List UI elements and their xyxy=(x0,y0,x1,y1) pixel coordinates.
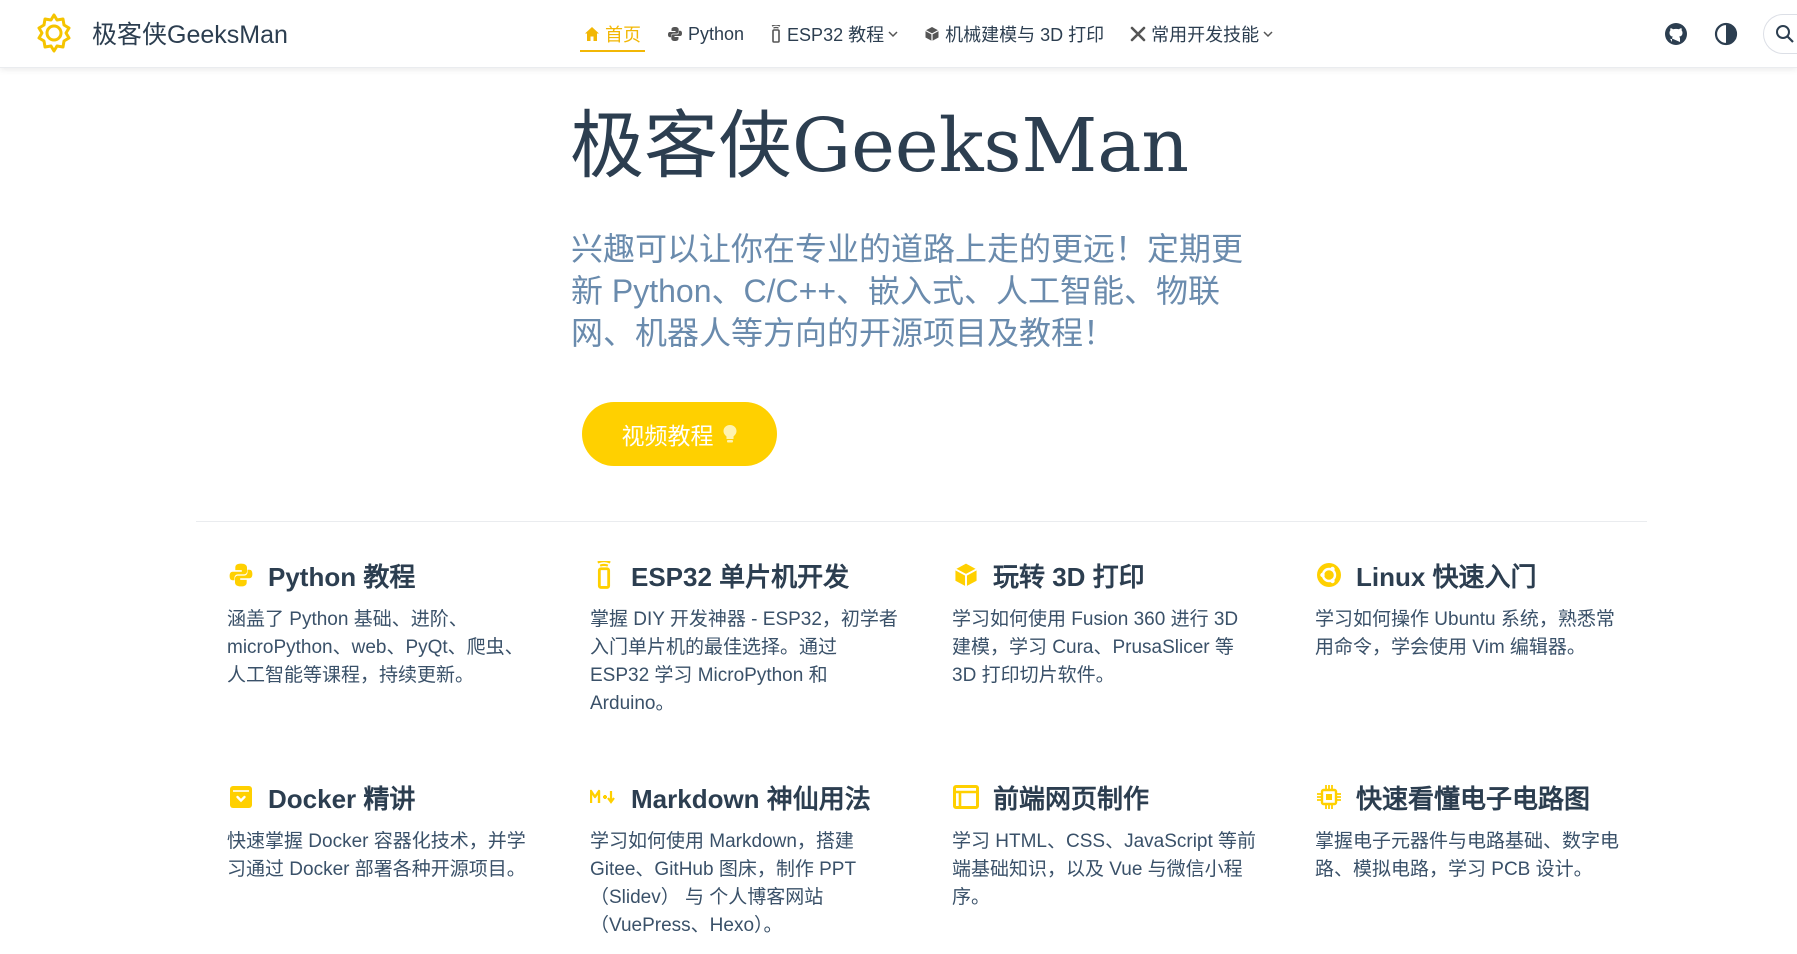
python-icon xyxy=(667,26,683,42)
divider xyxy=(196,521,1647,522)
nav-label: 机械建模与 3D 打印 xyxy=(945,25,1105,45)
nav-label: 常用开发技能 xyxy=(1151,25,1260,45)
microcontroller-icon xyxy=(770,25,782,43)
chip-icon xyxy=(1315,783,1343,811)
feature-desc: 学习如何使用 Markdown，搭建 Gitee、GitHub 图床，制作 PP… xyxy=(590,831,857,936)
feature-python: Python 教程 涵盖了 Python 基础、进阶、microPython、w… xyxy=(227,552,537,690)
site-name: 极客侠GeeksMan xyxy=(92,21,288,49)
ubuntu-icon xyxy=(1315,561,1343,589)
nav-tools xyxy=(1663,0,1797,68)
feature-title: 前端网页制作 xyxy=(993,783,1150,814)
nav-item-dev-skills[interactable]: 常用开发技能 xyxy=(1130,0,1273,68)
search-icon xyxy=(1775,24,1797,44)
feature-desc: 快速掌握 Docker 容器化技术，并学习通过 Docker 部署各种开源项目。 xyxy=(227,831,526,880)
feature-markdown: Markdown 神仙用法 学习如何使用 Markdown，搭建 Gitee、G… xyxy=(590,774,900,940)
button-label: 视频教程 xyxy=(621,423,714,449)
feature-frontend: 前端网页制作 学习 HTML、CSS、JavaScript 等前端基础知识，以及… xyxy=(952,774,1262,912)
chevron-down-icon xyxy=(888,29,898,39)
feature-title: 玩转 3D 打印 xyxy=(993,561,1145,592)
gear-icon xyxy=(37,13,71,53)
feature-desc: 涵盖了 Python 基础、进阶、microPython、web、PyQt、爬虫… xyxy=(227,609,524,686)
feature-3d-printing: 玩转 3D 打印 学习如何使用 Fusion 360 进行 3D 建模，学习 C… xyxy=(952,552,1262,690)
feature-title: Markdown 神仙用法 xyxy=(631,783,871,814)
feature-title: ESP32 单片机开发 xyxy=(631,561,850,592)
hero-title: 极客侠GeeksMan xyxy=(570,103,1190,189)
microcontroller-icon xyxy=(590,561,618,589)
python-icon xyxy=(227,561,255,589)
feature-desc: 掌握电子元器件与电路基础、数字电路、模拟电路，学习 PCB 设计。 xyxy=(1315,831,1620,880)
navbar: 极客侠GeeksMan 首页 Python ESP32 教程 机械建模与 3D … xyxy=(0,0,1797,68)
lightbulb-icon xyxy=(722,424,738,444)
browser-window-icon xyxy=(952,783,980,811)
home-icon xyxy=(584,26,600,42)
feature-desc: 学习如何使用 Fusion 360 进行 3D 建模，学习 Cura、Prusa… xyxy=(952,609,1239,686)
feature-desc: 掌握 DIY 开发神器 - ESP32，初学者入门单片机的最佳选择。通过 ESP… xyxy=(590,609,898,714)
nav-item-home[interactable]: 首页 xyxy=(580,0,645,68)
tools-icon xyxy=(1130,26,1146,42)
feature-title: Linux 快速入门 xyxy=(1356,561,1537,592)
cube-icon xyxy=(924,26,940,42)
cube-icon xyxy=(952,561,980,589)
video-tutorial-button[interactable]: 视频教程 xyxy=(582,402,777,466)
feature-desc: 学习如何操作 Ubuntu 系统，熟悉常用命令，学会使用 Vim 编辑器。 xyxy=(1315,609,1615,658)
feature-circuits: 快速看懂电子电路图 掌握电子元器件与电路基础、数字电路、模拟电路，学习 PCB … xyxy=(1315,774,1625,884)
search-box[interactable] xyxy=(1763,14,1797,54)
markdown-icon xyxy=(590,783,618,811)
feature-desc: 学习 HTML、CSS、JavaScript 等前端基础知识，以及 Vue 与微… xyxy=(952,831,1257,908)
feature-title: 快速看懂电子电路图 xyxy=(1356,783,1591,814)
feature-title: Docker 精讲 xyxy=(268,783,416,814)
nav-item-esp32[interactable]: ESP32 教程 xyxy=(770,0,898,68)
theme-toggle-icon[interactable] xyxy=(1713,21,1739,47)
feature-title: Python 教程 xyxy=(268,561,416,592)
nav-item-python[interactable]: Python xyxy=(667,0,744,68)
nav-label: Python xyxy=(688,23,745,44)
main-nav: 首页 Python ESP32 教程 机械建模与 3D 打印 常用开发技能 xyxy=(580,0,1299,68)
github-icon[interactable] xyxy=(1663,21,1689,47)
feature-linux: Linux 快速入门 学习如何操作 Ubuntu 系统，熟悉常用命令，学会使用 … xyxy=(1315,552,1625,662)
docker-icon xyxy=(227,783,255,811)
feature-esp32: ESP32 单片机开发 掌握 DIY 开发神器 - ESP32，初学者入门单片机… xyxy=(590,552,900,718)
nav-label: ESP32 教程 xyxy=(787,25,885,45)
feature-docker: Docker 精讲 快速掌握 Docker 容器化技术，并学习通过 Docker… xyxy=(227,774,537,884)
nav-item-3d-printing[interactable]: 机械建模与 3D 打印 xyxy=(924,0,1104,68)
chevron-down-icon xyxy=(1263,29,1273,39)
nav-label: 首页 xyxy=(605,25,641,45)
home-link[interactable]: 极客侠GeeksMan xyxy=(32,10,288,56)
hero-tagline: 兴趣可以让你在专业的道路上走的更远！定期更新 Python、C/C++、嵌入式、… xyxy=(571,231,1244,351)
